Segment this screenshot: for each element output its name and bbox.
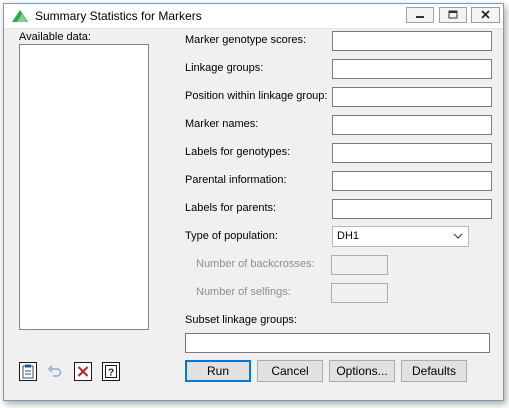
type-of-population-label: Type of population: — [185, 230, 278, 242]
marker-genotype-scores-field[interactable] — [332, 31, 492, 51]
type-of-population-value: DH1 — [337, 230, 360, 242]
undo-button[interactable] — [46, 362, 64, 381]
cancel-button[interactable]: Cancel — [257, 360, 323, 382]
position-within-linkage-group-label: Position within linkage group: — [185, 90, 328, 102]
title-bar[interactable]: Summary Statistics for Markers — [4, 4, 503, 29]
clear-icon — [74, 362, 92, 381]
run-button[interactable]: Run — [185, 360, 251, 382]
chevron-down-icon — [453, 233, 463, 239]
linkage-groups-label: Linkage groups: — [185, 62, 264, 74]
help-button[interactable]: ? — [102, 362, 120, 381]
undo-icon — [47, 365, 62, 377]
linkage-groups-field[interactable] — [332, 59, 492, 79]
subset-linkage-groups-field[interactable] — [185, 333, 490, 353]
marker-genotype-scores-label: Marker genotype scores: — [185, 34, 307, 46]
close-icon — [481, 10, 490, 19]
marker-names-label: Marker names: — [185, 118, 259, 130]
type-of-population-select[interactable]: DH1 — [332, 226, 469, 247]
parental-information-field[interactable] — [332, 171, 492, 191]
labels-for-genotypes-field[interactable] — [332, 143, 492, 163]
labels-for-parents-label: Labels for parents: — [185, 202, 277, 214]
parental-information-label: Parental information: — [185, 174, 287, 186]
dialog-window: Summary Statistics for Markers Available… — [3, 3, 504, 401]
position-within-linkage-group-field[interactable] — [332, 87, 492, 107]
labels-for-parents-field[interactable] — [332, 199, 492, 219]
defaults-button[interactable]: Defaults — [401, 360, 467, 382]
maximize-icon — [448, 10, 458, 19]
app-icon — [12, 10, 28, 22]
minimize-button[interactable] — [406, 7, 434, 23]
svg-text:?: ? — [108, 368, 114, 379]
number-of-selfings-label: Number of selfings: — [196, 286, 291, 298]
help-icon: ? — [102, 362, 120, 381]
available-data-list[interactable] — [19, 44, 149, 330]
labels-for-genotypes-label: Labels for genotypes: — [185, 146, 291, 158]
copy-to-clipboard-button[interactable] — [19, 362, 37, 381]
maximize-button[interactable] — [439, 7, 467, 23]
available-data-label: Available data: — [19, 31, 91, 43]
number-of-selfings-field — [331, 283, 388, 303]
number-of-backcrosses-field — [331, 255, 388, 275]
marker-names-field[interactable] — [332, 115, 492, 135]
subset-linkage-groups-label: Subset linkage groups: — [185, 314, 297, 326]
close-button[interactable] — [471, 7, 500, 23]
minimize-icon — [416, 16, 424, 18]
number-of-backcrosses-label: Number of backcrosses: — [196, 258, 315, 270]
options-button[interactable]: Options... — [329, 360, 395, 382]
clipboard-icon — [19, 362, 37, 381]
clear-button[interactable] — [74, 362, 92, 381]
window-title: Summary Statistics for Markers — [35, 9, 202, 23]
